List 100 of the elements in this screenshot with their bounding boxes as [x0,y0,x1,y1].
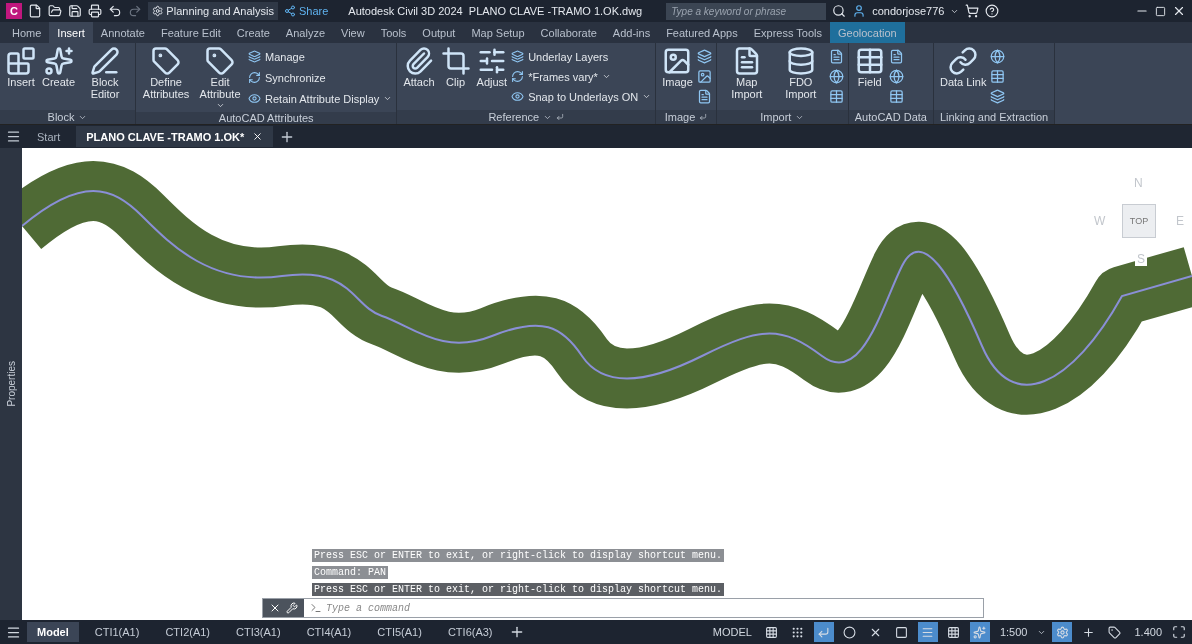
search-field[interactable]: Type a keyword or phrase [666,2,827,20]
ribbon-button[interactable]: Manage [248,47,393,66]
layers-icon [990,89,1006,104]
layers-icon [696,49,712,64]
ribbon-button[interactable]: Underlay Layers [511,47,652,66]
share-button[interactable]: Share [284,5,329,17]
panel-title[interactable]: Block [47,111,75,123]
ribbon-button[interactable]: Edit Attribute [194,46,247,112]
ribbon-tab[interactable]: Insert [49,22,93,43]
ribbon-icon-button[interactable] [696,67,712,86]
workspace-dropdown[interactable]: Planning and Analysis [148,2,278,20]
ribbon-icon-button[interactable] [888,87,904,106]
ribbon-tab[interactable]: Collaborate [532,22,605,43]
lineweight-icon [921,625,935,639]
ribbon-tab[interactable]: Feature Edit [152,22,229,43]
ribbon-icon-button[interactable] [828,47,844,66]
panel-title: AutoCAD Attributes [218,112,314,124]
globe-icon [828,69,844,84]
ribbon-button[interactable]: Synchronize [248,68,393,87]
ribbon-tab[interactable]: Create [228,22,278,43]
status-toggle[interactable] [813,622,834,642]
globe-icon [990,49,1006,64]
plus-icon [1081,625,1095,639]
ribbon-button[interactable]: *Frames vary* [511,67,652,86]
ribbon-button[interactable]: Adjust [474,46,510,110]
ribbon-tab[interactable]: Analyze [277,22,333,43]
ribbon-tab[interactable]: Add-ins [604,22,659,43]
ribbon-button[interactable]: Snap to Underlays ON [511,87,652,106]
table-icon [990,69,1006,84]
ribbon-tab[interactable]: View [333,22,373,43]
cart-icon [965,4,980,18]
ribbon-button[interactable]: Attach [401,46,437,110]
ribbon-icon-button[interactable] [990,67,1006,86]
ribbon-tab[interactable]: Express Tools [745,22,830,43]
compass-label: E [1176,214,1184,228]
document-icon [696,89,712,104]
layout-tab[interactable]: CTI5(A1) [367,622,432,642]
panel-title: Linking and Extraction [939,111,1049,123]
ribbon-button[interactable]: Clip [438,46,473,110]
ribbon-icon-button[interactable] [696,47,712,66]
folder-icon [48,4,62,18]
window-title: Autodesk Civil 3D 2024 PLANO CLAVE -TRAMO 1.OK.dwg [348,5,643,17]
image-icon [662,46,693,76]
ribbon-tab[interactable]: Annotate [92,22,153,43]
ribbon-button[interactable]: Field [852,46,887,110]
ribbon-button[interactable]: Define Attributes [140,46,193,112]
status-toggle[interactable] [1052,622,1073,642]
image-icon [696,69,712,84]
print-icon [88,4,102,18]
ribbon-button[interactable]: Retain Attribute Display [248,89,393,108]
compass-label: W [1094,214,1106,228]
gear-icon [152,5,164,17]
layout-tab[interactable]: CTI6(A3) [437,622,503,642]
ribbon-tab[interactable]: Tools [372,22,415,43]
layout-tab[interactable]: Model [27,622,79,642]
document-icon [888,49,904,64]
panel-title[interactable]: Reference [488,111,540,123]
new-file-icon [28,4,42,18]
document-tab[interactable]: Start [27,126,71,147]
ribbon-icon-button[interactable] [888,47,904,66]
ribbon-icon-button[interactable] [696,87,712,106]
ribbon-tab[interactable]: Output [414,22,464,43]
ribbon-icon-button[interactable] [828,67,844,86]
properties-palette[interactable]: Properties [0,148,22,620]
layout-tab[interactable]: CTI4(A1) [296,622,362,642]
layout-tab[interactable]: CTI1(A1) [84,622,150,642]
caret-icon [642,92,652,101]
ribbon-button[interactable]: Insert [4,46,38,110]
table-icon [828,89,844,104]
ribbon-tab[interactable]: Featured Apps [658,22,746,43]
annotation-scale[interactable]: 1:500 [995,626,1032,638]
lineweight-value[interactable]: 1.400 [1130,626,1166,638]
status-toggle[interactable] [917,622,938,642]
ribbon-button[interactable]: Data Link [937,46,989,110]
ribbon-button[interactable]: Map Import [720,46,773,110]
ribbon-icon-button[interactable] [990,87,1006,106]
layout-tab[interactable]: CTI3(A1) [226,622,291,642]
ribbon-button[interactable]: Block Editor [79,46,132,110]
ribbon-button[interactable]: Image [660,46,695,110]
status-toggle[interactable] [969,622,990,642]
launcher-arrow-icon [699,113,708,121]
ribbon-button[interactable]: FDO Import [774,46,827,110]
ribbon-icon-button[interactable] [990,47,1006,66]
ribbon-button[interactable]: Create [40,46,78,110]
ribbon-tab[interactable]: Home [4,22,50,43]
ribbon-icon-button[interactable] [888,67,904,86]
ribbon-icon-button[interactable] [828,87,844,106]
app-logo[interactable]: C [6,3,22,19]
viewcube-face[interactable]: TOP [1122,204,1156,238]
close-icon [1172,4,1186,18]
table-icon [888,89,904,104]
viewcube[interactable]: N W TOP E S [1094,176,1184,270]
layout-tab[interactable]: CTI2(A1) [155,622,221,642]
synchronize-icon [511,70,525,83]
space-toggle[interactable]: MODEL [708,626,756,638]
ribbon-tab[interactable]: Map Setup [463,22,533,43]
close-icon [252,131,264,142]
document-tab[interactable]: PLANO CLAVE -TRAMO 1.OK* [76,126,274,147]
user-name[interactable]: condorjose776 [872,5,945,17]
tag-icon [151,46,182,76]
